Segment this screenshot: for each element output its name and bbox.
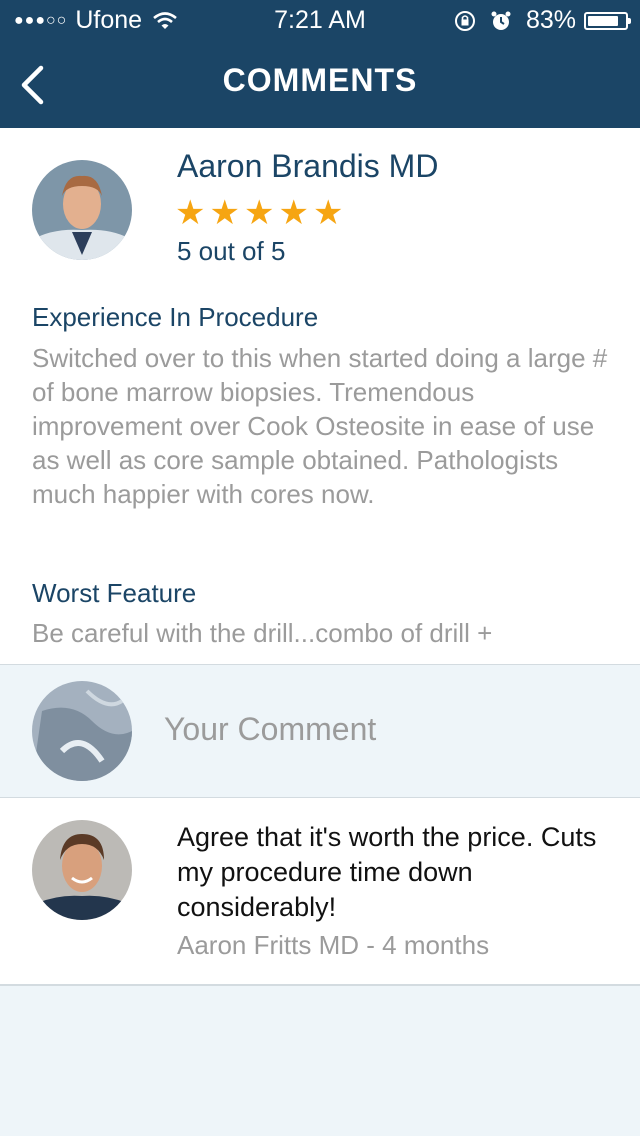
user-avatar: [32, 681, 132, 781]
reviewer-avatar: [32, 160, 132, 260]
star-icon: ★: [209, 194, 240, 232]
comment-meta: Aaron Fritts MD - 4 months: [177, 930, 490, 960]
star-icon: ★: [312, 194, 344, 232]
orientation-lock-icon: [454, 10, 476, 32]
alarm-icon: [490, 10, 512, 32]
battery-percent: 83%: [525, 6, 576, 34]
section-text-experience: Switched over to this when started doing…: [32, 343, 608, 509]
comment-compose: [0, 664, 640, 798]
rating-text: 5 out of 5: [177, 236, 286, 266]
section-text-worst-feature: Be careful with the drill...combo of dri…: [32, 618, 493, 648]
commenter-avatar: [32, 820, 132, 920]
star-icon: ★: [175, 194, 206, 232]
status-bar: ●●●○○ Ufone 7:21 AM 83%: [0, 0, 640, 40]
reviewer-name: Aaron Brandis MD: [177, 148, 439, 184]
section-heading-worst-feature: Worst Feature: [32, 578, 197, 608]
star-rating: ★ ★ ★ ★ ★: [175, 196, 347, 230]
navigation-header: ●●●○○ Ufone 7:21 AM 83% COMMENTS: [0, 0, 640, 128]
review-card: Aaron Brandis MD ★ ★ ★ ★ ★ 5 out of 5 Experi…: [0, 128, 640, 664]
star-icon: ★: [278, 194, 309, 232]
comment-input[interactable]: [164, 711, 604, 748]
page-title: COMMENTS: [222, 62, 418, 98]
comment-text: Agree that it's worth the price. Cuts my…: [177, 822, 597, 922]
comment-item: Agree that it's worth the price. Cuts my…: [0, 798, 640, 986]
star-icon: ★: [243, 194, 275, 232]
battery-icon: [584, 11, 631, 30]
section-heading-experience: Experience In Procedure: [32, 302, 319, 332]
